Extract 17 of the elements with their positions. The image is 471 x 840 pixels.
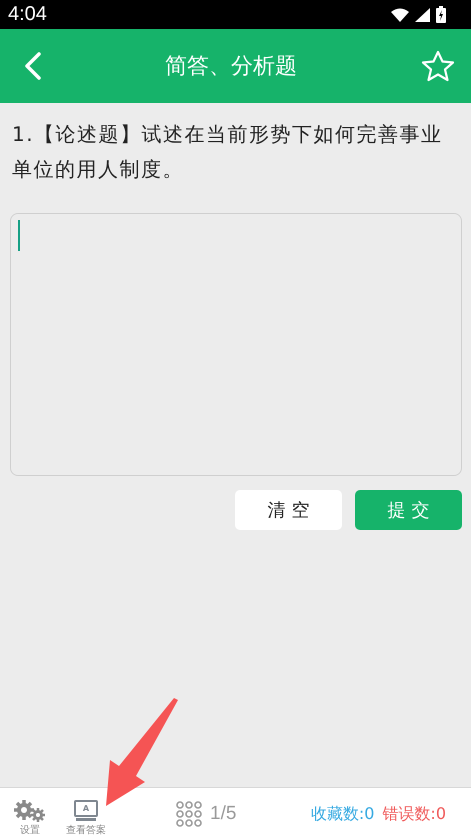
view-answer-label[interactable]: 查看答案 (66, 822, 106, 836)
back-icon[interactable] (25, 52, 41, 80)
grid-icon[interactable] (176, 801, 202, 827)
progress-text: 1/5 (210, 803, 236, 825)
star-icon[interactable] (421, 50, 455, 82)
errors-count: 错误数:0 (382, 804, 446, 824)
page-title: 简答、分析题 (165, 53, 297, 81)
signal-icon (415, 8, 430, 22)
submit-button[interactable]: 提 交 (355, 490, 462, 530)
battery-icon (436, 6, 446, 23)
status-time: 4:04 (8, 3, 47, 26)
favorites-count: 收藏数:0 (310, 804, 374, 824)
settings-icon[interactable] (14, 800, 46, 822)
settings-label[interactable]: 设置 (20, 822, 40, 836)
clear-button[interactable]: 清 空 (235, 490, 342, 530)
wifi-icon (391, 8, 409, 22)
question-text: 1.【论述题】试述在当前形势下如何完善事业单位的用人制度。 (12, 121, 444, 183)
